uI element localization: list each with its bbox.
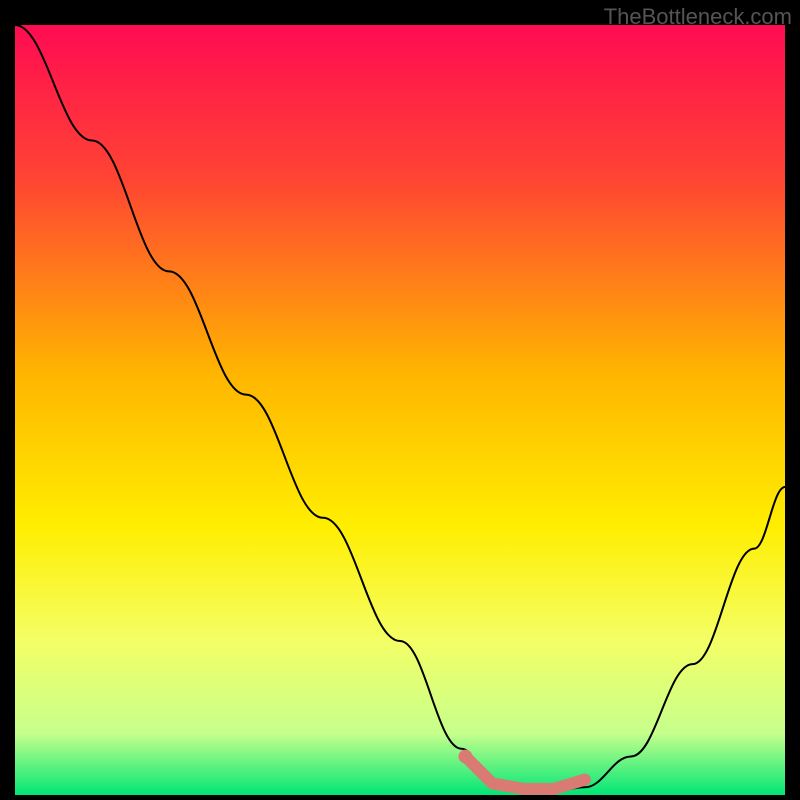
chart-plot-area xyxy=(15,25,785,795)
optimal-range-endpoint xyxy=(459,750,473,764)
bottleneck-curve xyxy=(15,25,785,791)
chart-container xyxy=(15,25,785,795)
watermark-text: TheBottleneck.com xyxy=(604,4,792,30)
optimal-range-highlight xyxy=(465,757,584,789)
